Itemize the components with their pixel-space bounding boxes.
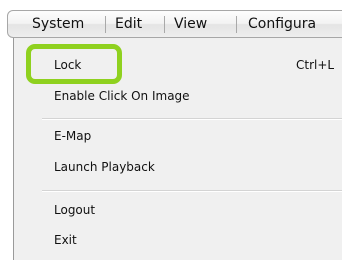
highlight-box <box>26 44 122 84</box>
menu-edit[interactable]: Edit <box>115 11 142 37</box>
menu-divider <box>42 118 342 120</box>
menu-view[interactable]: View <box>174 11 207 37</box>
menu-system[interactable]: System <box>32 11 84 37</box>
menu-item-launch-playback[interactable]: Launch Playback <box>54 160 155 175</box>
menu-separator <box>105 16 106 33</box>
menu-separator <box>164 16 165 33</box>
menu-item-enable-click-on-image[interactable]: Enable Click On Image <box>54 89 190 104</box>
menu-bar: System Edit View Configura <box>7 10 342 38</box>
shortcut-lock: Ctrl+L <box>296 58 335 72</box>
menu-item-exit[interactable]: Exit <box>54 233 77 248</box>
menu-item-e-map[interactable]: E-Map <box>54 129 91 144</box>
menu-item-logout[interactable]: Logout <box>54 203 95 218</box>
menu-separator <box>236 16 237 33</box>
menu-divider <box>42 190 342 192</box>
menu-configuration[interactable]: Configura <box>248 11 316 37</box>
